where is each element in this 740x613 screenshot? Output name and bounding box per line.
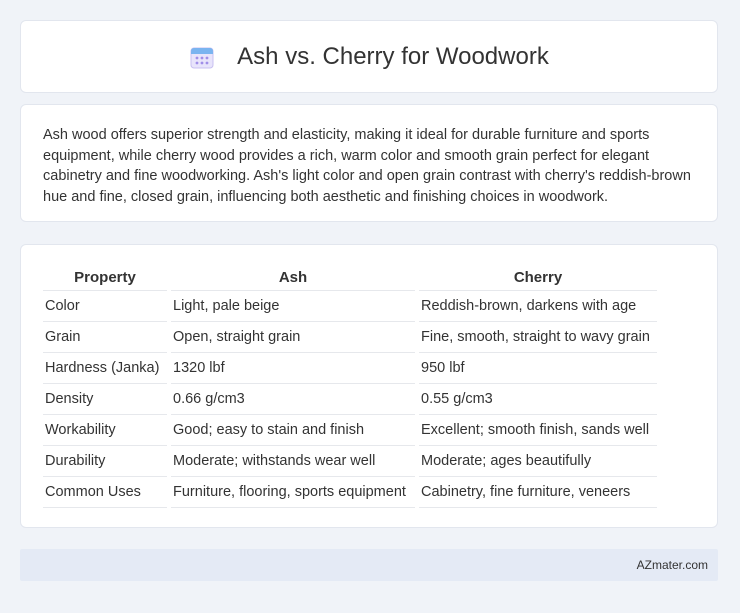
footer: AZmater.com bbox=[20, 549, 718, 581]
cherry-cell: Cabinetry, fine furniture, veneers bbox=[419, 477, 657, 508]
ash-cell: 1320 lbf bbox=[171, 353, 415, 384]
ash-cell: Light, pale beige bbox=[171, 291, 415, 322]
property-cell: Durability bbox=[43, 446, 167, 477]
title-card: Ash vs. Cherry for Woodwork bbox=[20, 20, 718, 93]
header-cherry: Cherry bbox=[419, 267, 657, 291]
header-property: Property bbox=[43, 267, 167, 291]
property-cell: Density bbox=[43, 384, 167, 415]
ash-cell: 0.66 g/cm3 bbox=[171, 384, 415, 415]
property-cell: Workability bbox=[43, 415, 167, 446]
cherry-cell: 0.55 g/cm3 bbox=[419, 384, 657, 415]
ash-cell: Open, straight grain bbox=[171, 322, 415, 353]
property-cell: Grain bbox=[43, 322, 167, 353]
comparison-table: Property Ash Cherry Color Light, pale be… bbox=[39, 267, 661, 508]
table-header-row: Property Ash Cherry bbox=[43, 267, 657, 291]
ash-cell: Furniture, flooring, sports equipment bbox=[171, 477, 415, 508]
table-row: Common Uses Furniture, flooring, sports … bbox=[43, 477, 657, 508]
table-row: Density 0.66 g/cm3 0.55 g/cm3 bbox=[43, 384, 657, 415]
table-row: Hardness (Janka) 1320 lbf 950 lbf bbox=[43, 353, 657, 384]
cherry-cell: Moderate; ages beautifully bbox=[419, 446, 657, 477]
table-row: Color Light, pale beige Reddish-brown, d… bbox=[43, 291, 657, 322]
property-cell: Common Uses bbox=[43, 477, 167, 508]
comparison-card: Property Ash Cherry Color Light, pale be… bbox=[20, 244, 718, 528]
cherry-cell: Fine, smooth, straight to wavy grain bbox=[419, 322, 657, 353]
property-cell: Hardness (Janka) bbox=[43, 353, 167, 384]
cherry-cell: Excellent; smooth finish, sands well bbox=[419, 415, 657, 446]
ash-cell: Good; easy to stain and finish bbox=[171, 415, 415, 446]
header-ash: Ash bbox=[171, 267, 415, 291]
cherry-cell: Reddish-brown, darkens with age bbox=[419, 291, 657, 322]
cherry-cell: 950 lbf bbox=[419, 353, 657, 384]
calendar-icon bbox=[190, 47, 214, 68]
page-title: Ash vs. Cherry for Woodwork bbox=[237, 42, 549, 70]
footer-site-link[interactable]: AZmater.com bbox=[637, 558, 708, 572]
table-row: Durability Moderate; withstands wear wel… bbox=[43, 446, 657, 477]
table-row: Workability Good; easy to stain and fini… bbox=[43, 415, 657, 446]
intro-card: Ash wood offers superior strength and el… bbox=[20, 104, 718, 222]
table-row: Grain Open, straight grain Fine, smooth,… bbox=[43, 322, 657, 353]
property-cell: Color bbox=[43, 291, 167, 322]
ash-cell: Moderate; withstands wear well bbox=[171, 446, 415, 477]
intro-text: Ash wood offers superior strength and el… bbox=[43, 127, 691, 205]
